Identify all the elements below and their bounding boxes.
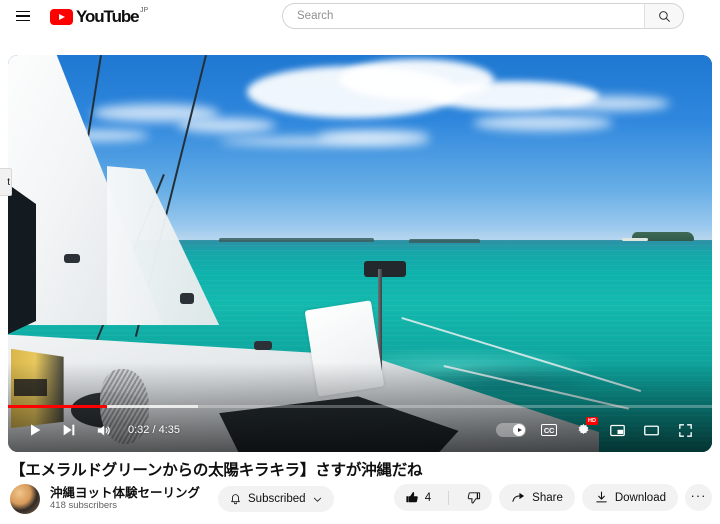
volume-icon	[97, 425, 110, 435]
mast-fitting	[364, 261, 407, 278]
player-controls: 0:32 / 4:35 CC HD	[8, 408, 712, 452]
winch	[64, 253, 81, 263]
share-icon	[512, 492, 525, 502]
autoplay-toggle[interactable]	[496, 423, 526, 437]
fullscreen-icon	[678, 423, 692, 437]
youtube-header: YouTube JP	[0, 0, 720, 32]
like-count: 4	[424, 491, 432, 504]
download-icon	[596, 491, 607, 503]
search-button[interactable]	[644, 3, 684, 29]
search-box[interactable]	[282, 3, 644, 29]
distant-land	[219, 238, 375, 243]
theater-button[interactable]	[634, 413, 668, 447]
play-icon	[31, 424, 41, 436]
hamburger-line	[16, 19, 30, 22]
volume-button[interactable]	[86, 413, 120, 447]
search-icon	[658, 10, 670, 22]
bell-icon	[231, 493, 240, 504]
video-player[interactable]: 0:32 / 4:35 CC HD	[8, 55, 712, 452]
action-buttons: 4 Share Download ···	[393, 484, 712, 511]
more-actions-button[interactable]: ···	[685, 484, 712, 511]
miniplayer-button[interactable]	[600, 413, 634, 447]
share-label: Share	[532, 491, 563, 504]
search-area	[282, 3, 684, 29]
theater-icon	[643, 425, 659, 435]
chevron-down-icon	[313, 497, 321, 502]
download-button[interactable]: Download	[581, 484, 678, 511]
winch	[254, 340, 273, 350]
video-frame	[8, 55, 712, 452]
subscriber-count: 418 subscribers	[50, 500, 118, 512]
hamburger-line	[16, 10, 30, 13]
like-divider	[448, 490, 450, 505]
next-button[interactable]	[52, 413, 86, 447]
cloud	[472, 114, 614, 132]
next-icon	[63, 424, 75, 436]
hamburger-line	[16, 15, 30, 17]
thumbs-up-icon	[406, 491, 418, 503]
cc-icon: CC	[540, 424, 558, 436]
white-panel	[304, 300, 385, 398]
winch	[180, 293, 195, 305]
cloud	[176, 118, 276, 134]
youtube-logo[interactable]: YouTube JP	[50, 6, 149, 26]
fullscreen-button[interactable]	[668, 413, 702, 447]
youtube-country-code: JP	[140, 6, 149, 14]
autoplay-knob	[513, 424, 525, 436]
search-input[interactable]	[297, 10, 644, 22]
hamburger-menu-icon[interactable]	[10, 3, 36, 29]
channel-row: 沖縄ヨット体験セーリング 418 subscribers Subscribed	[10, 484, 334, 514]
dislike-button[interactable]	[455, 484, 492, 511]
channel-avatar[interactable]	[10, 484, 40, 514]
video-title: 【エメラルドグリーンからの太陽キラキラ】さすが沖縄だね	[10, 462, 423, 479]
channel-name[interactable]: 沖縄ヨット体験セーリング	[50, 486, 200, 500]
distant-land	[409, 238, 480, 243]
subscribed-button[interactable]: Subscribed	[218, 486, 334, 512]
thumbs-down-icon	[467, 492, 481, 504]
play-button[interactable]	[18, 413, 52, 447]
cloud	[219, 137, 431, 147]
like-button[interactable]: 4	[394, 484, 442, 511]
cloud	[557, 96, 670, 111]
subscribed-label: Subscribed	[248, 493, 306, 505]
time-display: 0:32 / 4:35	[128, 424, 180, 436]
youtube-logo-text: YouTube	[76, 6, 140, 26]
quality-hd-badge: HD	[586, 417, 598, 425]
miniplayer-icon	[609, 424, 625, 436]
clipped-overlay-chip[interactable]: t	[0, 168, 12, 196]
island	[622, 232, 695, 242]
share-button[interactable]: Share	[499, 484, 575, 511]
channel-info: 沖縄ヨット体験セーリング 418 subscribers	[50, 486, 200, 512]
like-dislike-group: 4	[393, 484, 493, 511]
download-label: Download	[614, 491, 666, 504]
youtube-play-icon	[50, 8, 73, 25]
settings-button[interactable]: HD	[566, 413, 600, 447]
captions-button[interactable]: CC	[532, 413, 566, 447]
